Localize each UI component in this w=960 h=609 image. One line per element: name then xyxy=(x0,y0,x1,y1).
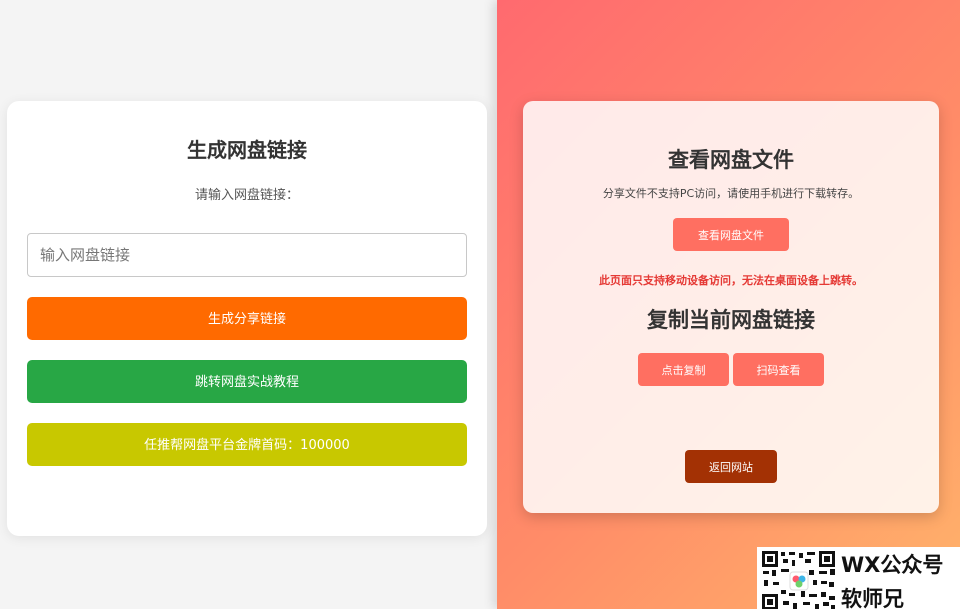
watermark-line-1: WX公众号 xyxy=(841,553,944,577)
view-files-button[interactable]: 查看网盘文件 xyxy=(673,218,789,251)
view-title: 查看网盘文件 xyxy=(668,148,794,172)
copy-link-title: 复制当前网盘链接 xyxy=(647,308,815,332)
copy-button[interactable]: 点击复制 xyxy=(638,353,729,386)
watermark: WX公众号 软师兄 xyxy=(757,547,960,609)
tutorial-button[interactable]: 跳转网盘实战教程 xyxy=(27,360,467,403)
mobile-only-warning: 此页面只支持移动设备访问，无法在桌面设备上跳转。 xyxy=(599,274,863,287)
view-description: 分享文件不支持PC访问，请使用手机进行下载转存。 xyxy=(602,187,860,200)
back-to-site-button[interactable]: 返回网站 xyxy=(685,450,777,483)
page: 生成网盘链接 请输入网盘链接： 生成分享链接 跳转网盘实战教程 任推帮网盘平台金… xyxy=(0,0,960,609)
link-input[interactable] xyxy=(27,233,467,277)
generate-title: 生成网盘链接 xyxy=(187,138,307,162)
watermark-line-2: 软师兄 xyxy=(841,587,904,609)
qr-code-icon xyxy=(761,550,837,609)
generate-share-link-button[interactable]: 生成分享链接 xyxy=(27,297,467,340)
invite-code-button[interactable]: 任推帮网盘平台金牌首码：100000 xyxy=(27,423,467,466)
link-input-label: 请输入网盘链接： xyxy=(194,188,299,203)
scan-qr-button[interactable]: 扫码查看 xyxy=(733,353,824,386)
